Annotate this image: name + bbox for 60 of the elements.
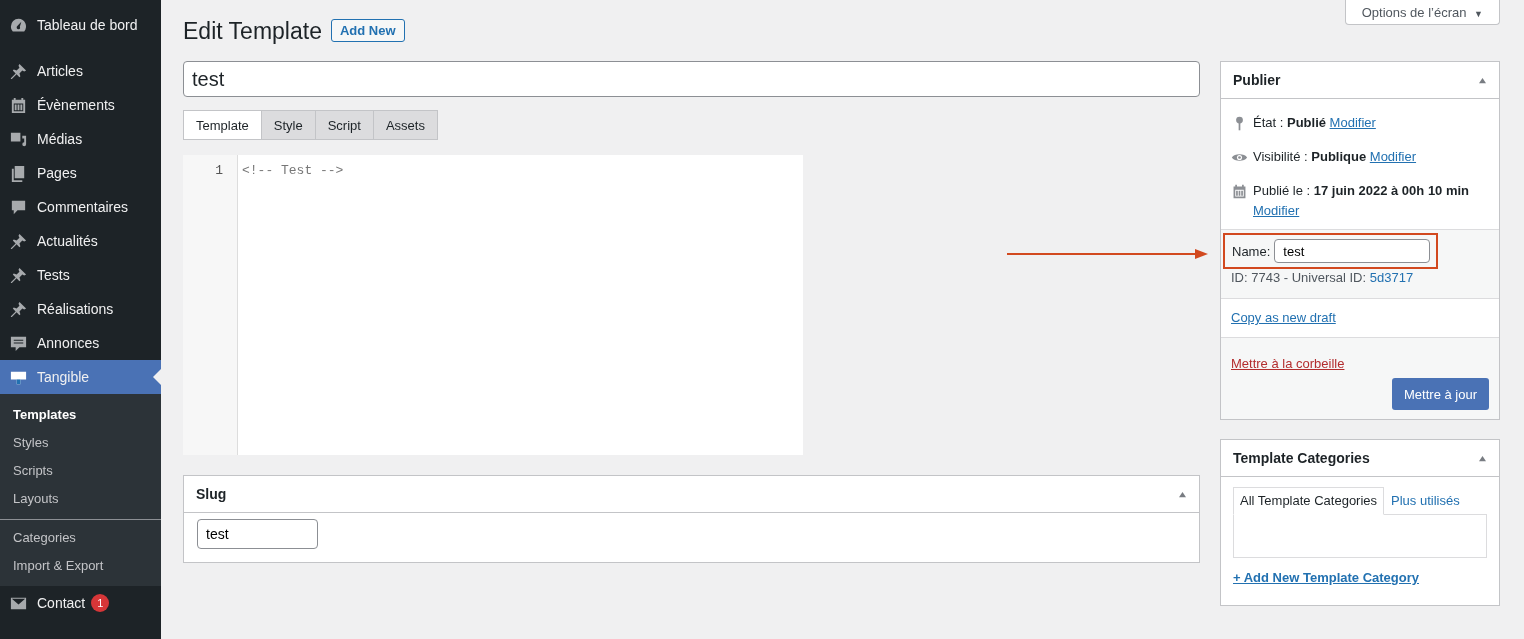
- id-text: ID: 7743 - Universal ID:: [1231, 270, 1367, 285]
- modify-link[interactable]: Modifier: [1253, 203, 1300, 218]
- sidebar-item[interactable]: Commentaires: [0, 190, 161, 224]
- pin-icon: [9, 299, 28, 319]
- submenu-item[interactable]: Scripts: [0, 457, 161, 485]
- pin-icon: [9, 231, 28, 251]
- editor-tab[interactable]: Script: [314, 110, 374, 140]
- modify-link[interactable]: Modifier: [1369, 149, 1417, 164]
- calendar-icon: [1231, 183, 1248, 200]
- sidebar-item[interactable]: Médias: [0, 122, 161, 156]
- sidebar-item[interactable]: Tests: [0, 258, 161, 292]
- page-title: Edit Template: [183, 18, 322, 44]
- submenu-item[interactable]: Import & Export: [0, 552, 161, 580]
- category-tab[interactable]: All Template Categories: [1233, 487, 1385, 515]
- collapse-icon[interactable]: [1178, 490, 1187, 498]
- collapse-icon[interactable]: [1478, 76, 1487, 84]
- submenu-item[interactable]: Templates: [0, 401, 161, 429]
- sidebar-item[interactable]: Contact 1: [0, 586, 161, 620]
- publish-info-text: Visibilité : Publique Modifier: [1253, 148, 1417, 166]
- panel-title: Slug: [196, 486, 228, 502]
- sidebar-item[interactable]: Tangible: [0, 360, 161, 394]
- modify-link[interactable]: Modifier: [1329, 115, 1376, 130]
- name-label: Name:: [1232, 243, 1271, 259]
- sidebar-item[interactable]: Réalisations: [0, 292, 161, 326]
- sidebar-item[interactable]: Tableau de bord: [0, 8, 161, 42]
- editor-tab[interactable]: Template: [183, 110, 262, 140]
- sidebar-item[interactable]: Évènements: [0, 88, 161, 122]
- category-tab[interactable]: Plus utilisés: [1384, 487, 1467, 514]
- editor-tab[interactable]: Assets: [372, 110, 438, 140]
- panel-title: Publier: [1233, 72, 1282, 88]
- add-category-link[interactable]: + Add New Template Category: [1233, 570, 1487, 585]
- sidebar-item[interactable]: Actualités: [0, 224, 161, 258]
- collapse-icon[interactable]: [1478, 454, 1487, 462]
- name-field[interactable]: test: [1274, 239, 1431, 263]
- publish-info-text: État : Publié Modifier: [1253, 114, 1376, 132]
- panel-title: Template Categories: [1233, 450, 1371, 466]
- pin-icon: [9, 265, 28, 285]
- code-editor[interactable]: 1 <!-- Test -->: [183, 155, 803, 455]
- title-field[interactable]: test: [183, 61, 1200, 97]
- calendar-icon: [9, 95, 28, 115]
- copy-draft-link[interactable]: Copy as new draft: [1231, 310, 1336, 325]
- sidebar-item[interactable]: Annonces: [0, 326, 161, 360]
- slug-field[interactable]: test: [197, 519, 318, 549]
- sidebar-item[interactable]: Articles: [0, 54, 161, 88]
- publish-info-text: Publié le : 17 juin 2022 à 00h 10 min Modifier: [1253, 182, 1471, 220]
- add-new-button[interactable]: Add New: [330, 19, 405, 42]
- screen-options-button[interactable]: Options de l’écran ▼: [1344, 0, 1500, 25]
- submenu-item[interactable]: Layouts: [0, 485, 161, 513]
- line-number: 1: [214, 163, 224, 179]
- current-pointer-icon: [153, 369, 161, 385]
- trash-link[interactable]: Mettre à la corbeille: [1231, 356, 1345, 371]
- submenu-item[interactable]: Categories: [0, 524, 161, 552]
- sidebar-item[interactable]: Pages: [0, 156, 161, 190]
- update-button[interactable]: Mettre à jour: [1392, 378, 1489, 410]
- pin-icon: [9, 61, 28, 81]
- count-badge: 1: [91, 594, 110, 612]
- universal-id-link[interactable]: 5d3717: [1369, 270, 1414, 285]
- editor-tab[interactable]: Style: [260, 110, 316, 140]
- submenu-item[interactable]: Styles: [0, 429, 161, 457]
- code-line: <!-- Test -->: [242, 163, 344, 179]
